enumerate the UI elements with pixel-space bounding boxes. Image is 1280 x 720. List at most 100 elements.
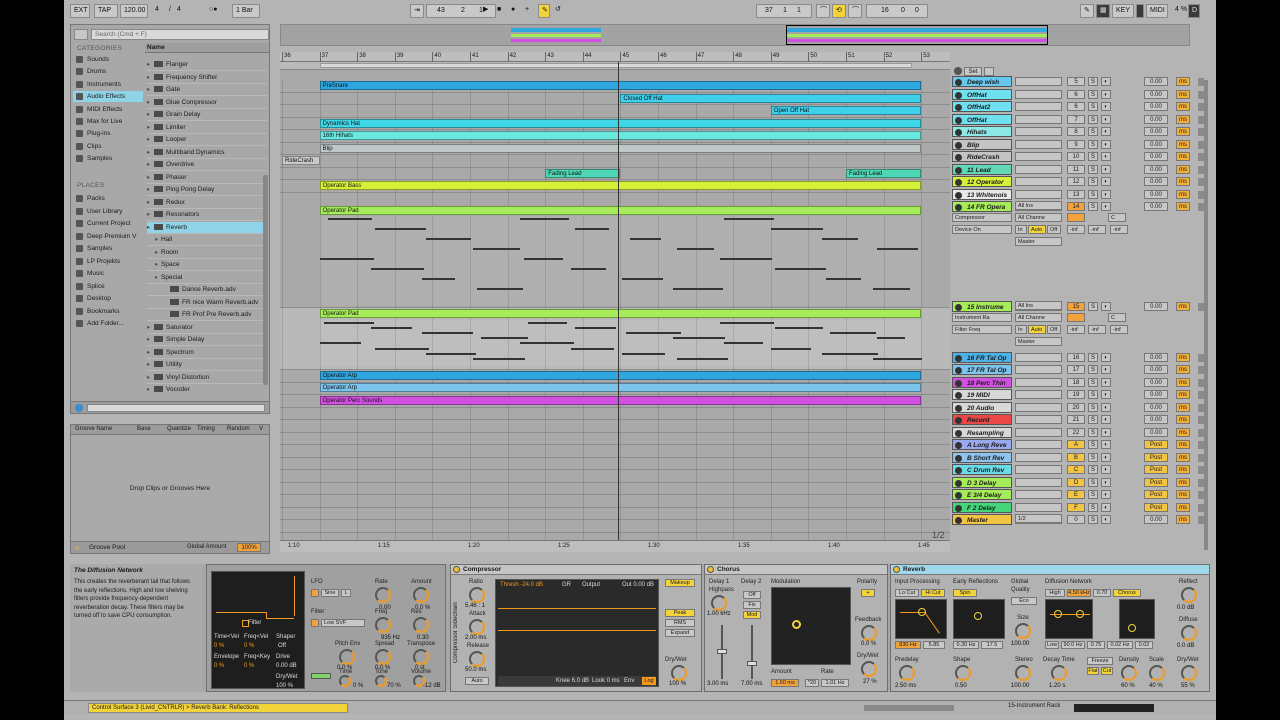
track-fold-icon[interactable] — [955, 167, 962, 174]
early-reflections-display[interactable] — [953, 599, 1005, 639]
expand-arrow-icon[interactable]: ▸ — [147, 372, 153, 383]
browser-item[interactable]: ▸ Simple Delay — [147, 334, 267, 346]
track-detail-field[interactable]: In — [1015, 325, 1027, 334]
loop-brace[interactable] — [320, 63, 912, 68]
diffuse-knob[interactable] — [1181, 625, 1197, 641]
track-header[interactable]: E 3/4 Delay E S ◐ Post ms — [952, 489, 1210, 501]
filter-freq-knob[interactable] — [375, 617, 391, 633]
midi-note[interactable] — [688, 288, 723, 290]
arm-button[interactable]: ◐ — [1101, 515, 1111, 524]
track-detail-field[interactable]: C — [1108, 213, 1126, 222]
track-volume-field[interactable]: 0.00 — [1144, 127, 1168, 136]
track-detail-field[interactable]: Off — [1047, 225, 1061, 234]
flat-button[interactable]: Flat — [1087, 667, 1099, 675]
track-io-slot[interactable] — [1015, 190, 1062, 199]
post-button[interactable]: Post — [1144, 465, 1168, 474]
track-volume-field[interactable]: 0.00 — [1144, 115, 1168, 124]
metronome-button[interactable]: ○● — [206, 4, 230, 18]
arrangement-lane[interactable] — [280, 445, 950, 458]
track-name[interactable]: 16 FR Tal Op — [952, 352, 1012, 363]
track-io-slot[interactable] — [1015, 115, 1062, 124]
solo-button[interactable]: S — [1088, 202, 1098, 211]
hi-cut-button[interactable]: Hi Cut — [921, 589, 945, 597]
highpass-knob[interactable] — [711, 595, 727, 611]
solo-button[interactable]: S — [1088, 478, 1098, 487]
solo-button[interactable]: S — [1088, 503, 1098, 512]
post-button[interactable]: Post — [1144, 453, 1168, 462]
midi-notes[interactable] — [319, 320, 922, 366]
track-detail-field[interactable]: -inf — [1088, 225, 1106, 234]
reverb-drywet-knob[interactable] — [1181, 665, 1197, 681]
follow-button[interactable]: ⇥ — [410, 4, 424, 18]
midi-note[interactable] — [629, 352, 665, 355]
size-knob[interactable] — [1015, 623, 1031, 639]
track-number-button[interactable]: 6 — [1067, 102, 1085, 111]
midi-note[interactable] — [480, 248, 517, 250]
track-delay-unit[interactable]: ms — [1176, 440, 1190, 449]
track-number-button[interactable]: 8 — [1067, 127, 1085, 136]
track-name[interactable]: 13 Whitenois — [952, 189, 1012, 200]
track-header[interactable]: 14 FR Opera 14 S ◐ 0.00 ms — [952, 201, 1210, 213]
track-header[interactable]: Resampling 22 S ◐ 0.00 ms — [952, 427, 1210, 439]
track-header[interactable]: 17 FR Tal Op 17 S ◐ 0.00 ms — [952, 364, 1210, 376]
browser-item[interactable]: ▸ Multiband Dynamics — [147, 147, 267, 159]
expand-arrow-icon[interactable]: ▸ — [147, 359, 153, 370]
signature-denominator[interactable]: 4 — [174, 4, 188, 18]
makeup-button[interactable]: Makeup — [665, 579, 695, 587]
time-knob[interactable] — [339, 675, 351, 687]
track-detail-field[interactable]: All Ins — [1015, 301, 1062, 310]
browser-scrollbar[interactable] — [263, 175, 268, 385]
midi-note[interactable] — [825, 278, 852, 280]
midi-note[interactable] — [778, 228, 823, 230]
arm-button[interactable]: ◐ — [1101, 378, 1111, 387]
track-delay-unit[interactable]: ms — [1176, 365, 1190, 374]
track-fold-icon[interactable] — [955, 192, 962, 199]
browser-item[interactable]: ▸ Utility — [147, 359, 267, 371]
browser-item[interactable]: ▸ Room — [147, 247, 267, 259]
arrangement-lane[interactable] — [280, 407, 950, 420]
post-button[interactable]: Post — [1144, 478, 1168, 487]
midi-note[interactable] — [374, 347, 410, 350]
track-header[interactable]: B Short Rev B S ◐ Post ms — [952, 452, 1210, 464]
midi-note[interactable] — [425, 352, 467, 355]
track-fold-icon[interactable] — [955, 154, 962, 161]
track-detail-field[interactable]: Filter Freq — [952, 325, 1012, 334]
arrangement-lane[interactable] — [280, 155, 950, 168]
groove-column-header[interactable]: Groove Name — [75, 426, 112, 432]
arrangement-lane[interactable] — [280, 507, 950, 520]
track-fold-icon[interactable] — [955, 104, 962, 111]
browser-item[interactable]: ▸ Redux — [147, 197, 267, 209]
solo-button[interactable]: S — [1088, 428, 1098, 437]
loop-start[interactable]: 37 1 1 — [756, 4, 812, 18]
track-number-button[interactable]: 9 — [1067, 140, 1085, 149]
track-io-slot[interactable] — [1015, 453, 1062, 462]
track-volume-field[interactable]: 0.00 — [1144, 77, 1168, 86]
browser-item[interactable]: ▸ Limiter — [147, 122, 267, 134]
browser-item[interactable]: ▸ Spectrum — [147, 347, 267, 359]
clip[interactable]: Blip — [319, 143, 922, 153]
track-volume-field[interactable]: 0.00 — [1144, 302, 1168, 311]
track-io-slot[interactable] — [1015, 365, 1062, 374]
track-header[interactable]: 11 Lead 11 S ◐ 0.00 ms — [952, 164, 1210, 176]
track-fold-icon[interactable] — [955, 355, 962, 362]
track-detail-field[interactable]: -inf — [1088, 325, 1106, 334]
track-io-slot[interactable] — [1015, 152, 1062, 161]
arm-button[interactable]: ◐ — [1101, 415, 1111, 424]
track-name[interactable]: Deep wish — [952, 76, 1012, 87]
track-delay-unit[interactable]: ms — [1176, 140, 1190, 149]
draw-mode-icon[interactable]: ✎ — [1080, 4, 1094, 18]
scale-knob[interactable] — [1149, 665, 1165, 681]
delay2-slider[interactable] — [751, 625, 753, 679]
clip[interactable]: Fading Lead — [545, 168, 621, 178]
chorus-power-icon[interactable] — [707, 566, 714, 573]
track-detail-field[interactable]: Master — [1015, 237, 1062, 246]
track-number-button[interactable]: 12 — [1067, 177, 1085, 186]
track-number-button[interactable]: 13 — [1067, 190, 1085, 199]
browser-item[interactable]: ▸ Glue Compressor — [147, 97, 267, 109]
browser-item[interactable]: ▸ Grain Delay — [147, 109, 267, 121]
feedback-knob[interactable] — [861, 625, 877, 641]
browser-item[interactable]: ▸ Vinyl Distortion — [147, 372, 267, 384]
arm-button[interactable]: ◐ — [1101, 353, 1111, 362]
midi-note[interactable] — [433, 238, 463, 240]
expand-arrow-icon[interactable]: ▸ — [147, 197, 153, 208]
